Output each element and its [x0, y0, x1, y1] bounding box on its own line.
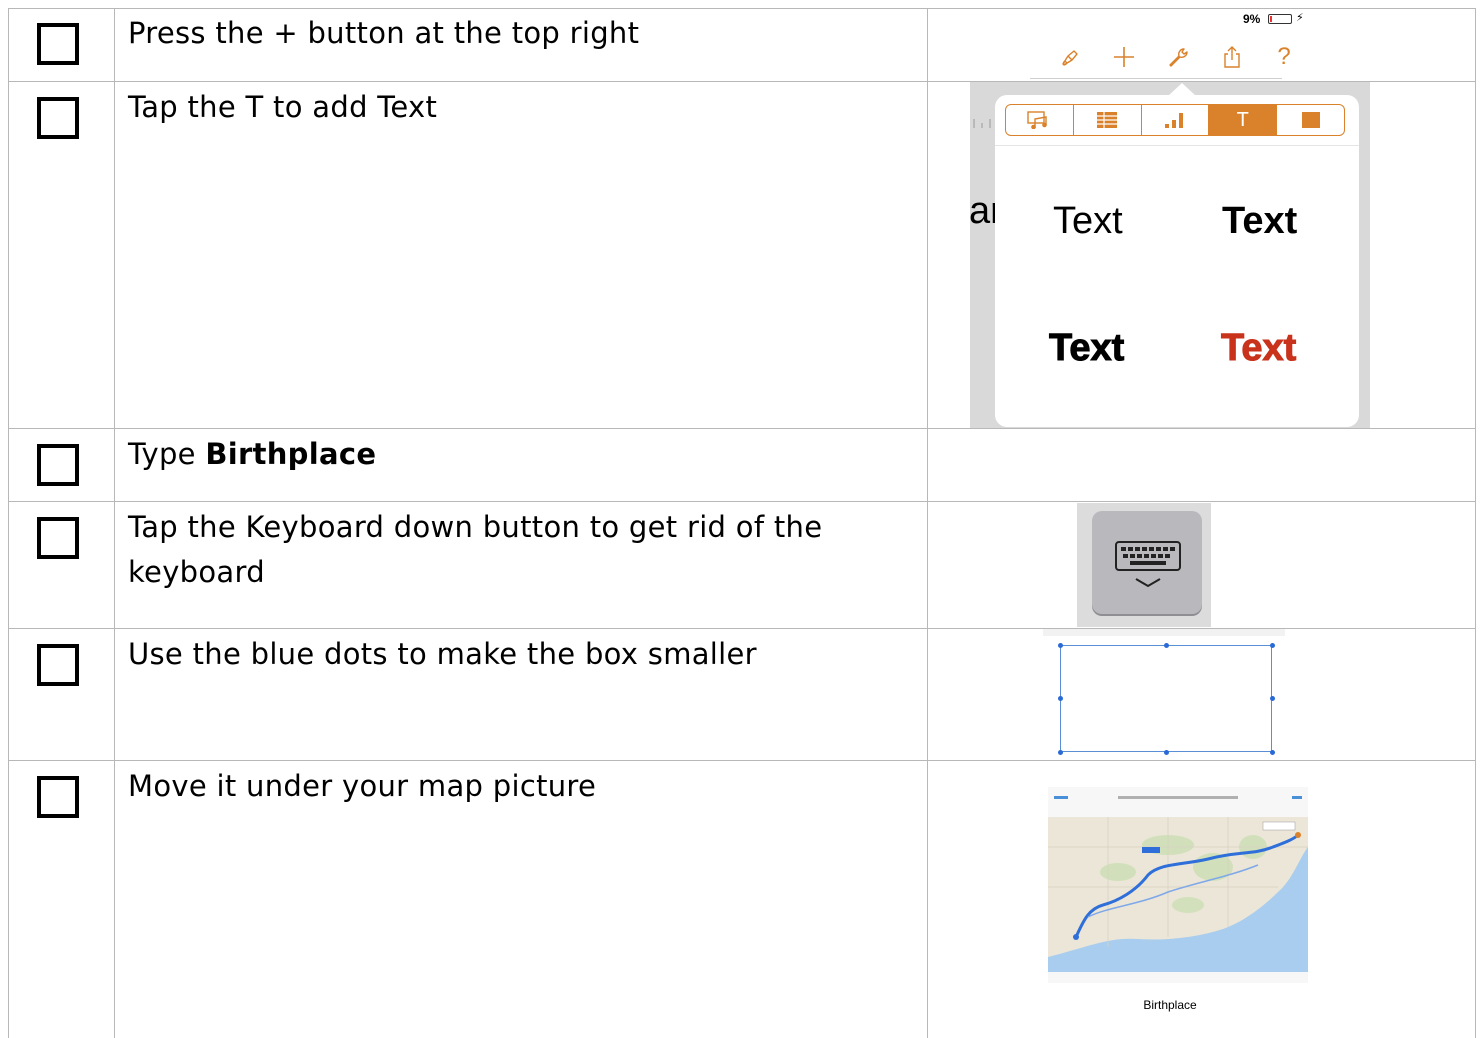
resize-handle[interactable] [1270, 643, 1275, 648]
share-icon[interactable] [1215, 40, 1249, 74]
step-2-checkbox[interactable] [37, 97, 79, 139]
table-icon [1097, 112, 1118, 128]
resize-handle[interactable] [1164, 750, 1169, 755]
battery-percent: 9% [1243, 12, 1261, 26]
column-divider [114, 8, 115, 1038]
media-icon [1027, 111, 1048, 129]
shape-icon [1301, 112, 1320, 128]
resize-handle[interactable] [1058, 696, 1063, 701]
battery-fill [1270, 16, 1272, 22]
step-4-line-1: Tap the Keyboard down button to get rid … [128, 510, 823, 544]
resize-handle[interactable] [1270, 696, 1275, 701]
column-divider [927, 8, 928, 1038]
resize-handle[interactable] [1164, 643, 1169, 648]
popover-separator [995, 145, 1359, 146]
text-box-outline [1060, 645, 1272, 752]
keyboard-dismiss-button[interactable] [1092, 511, 1202, 614]
wrench-icon[interactable] [1161, 40, 1195, 74]
column-divider [8, 8, 9, 1038]
help-icon[interactable]: ? [1267, 40, 1301, 74]
charging-icon: ⚡ [1296, 11, 1304, 24]
tab-chart[interactable] [1142, 105, 1210, 135]
resize-handle[interactable] [1058, 643, 1063, 648]
step-1-instruction: Press the + button at the top right [128, 16, 640, 50]
step-4-line-2: keyboard [128, 555, 265, 589]
row-divider [8, 8, 1476, 9]
step-1-checkbox[interactable] [37, 23, 79, 65]
insert-type-segmented-control: T [1005, 104, 1345, 136]
step-3-checkbox[interactable] [37, 444, 79, 486]
map-frame [1048, 787, 1308, 983]
document-text-fragment: ar [969, 190, 995, 232]
paintbrush-icon[interactable] [1053, 40, 1087, 74]
step-3-prefix: Type [128, 437, 206, 471]
popover-arrow [1168, 83, 1196, 96]
step-5-instruction: Use the blue dots to make the box smalle… [128, 637, 757, 671]
row-divider [8, 760, 1476, 761]
battery-icon [1268, 14, 1292, 24]
tab-media[interactable] [1006, 105, 1074, 135]
keyboard-dismiss-icon [1115, 541, 1181, 588]
resize-handle[interactable] [1058, 750, 1063, 755]
map-image [1048, 787, 1308, 983]
tab-table[interactable] [1074, 105, 1142, 135]
step-3-bold-word: Birthplace [205, 437, 377, 471]
text-style-heavy-red[interactable]: Text [1220, 326, 1296, 370]
column-divider [1475, 8, 1476, 1038]
step-3-instruction: Type Birthplace [128, 432, 376, 477]
chart-icon [1164, 113, 1183, 128]
resize-handle[interactable] [1270, 750, 1275, 755]
tab-shape[interactable] [1277, 105, 1344, 135]
step-6-instruction: Move it under your map picture [128, 769, 597, 803]
tab-text[interactable]: T [1209, 105, 1278, 135]
text-style-bold[interactable]: Text [1222, 199, 1297, 243]
text-icon: T [1236, 108, 1249, 131]
map-caption: Birthplace [1143, 998, 1197, 1012]
plus-icon[interactable] [1107, 40, 1141, 74]
row-divider [8, 501, 1476, 502]
text-style-plain[interactable]: Text [1053, 199, 1123, 243]
step-4-instruction: Tap the Keyboard down button to get rid … [128, 505, 822, 595]
ruler-mark [973, 119, 991, 128]
step-4-checkbox[interactable] [37, 517, 79, 559]
step-6-checkbox[interactable] [37, 776, 79, 818]
step-5-checkbox[interactable] [37, 644, 79, 686]
toolbar-divider [1030, 78, 1282, 79]
text-style-heavy[interactable]: Text [1048, 326, 1124, 370]
row-divider [8, 428, 1476, 429]
step-2-instruction: Tap the T to add Text [128, 90, 438, 124]
text-box-toolbar-strip [1043, 629, 1285, 636]
